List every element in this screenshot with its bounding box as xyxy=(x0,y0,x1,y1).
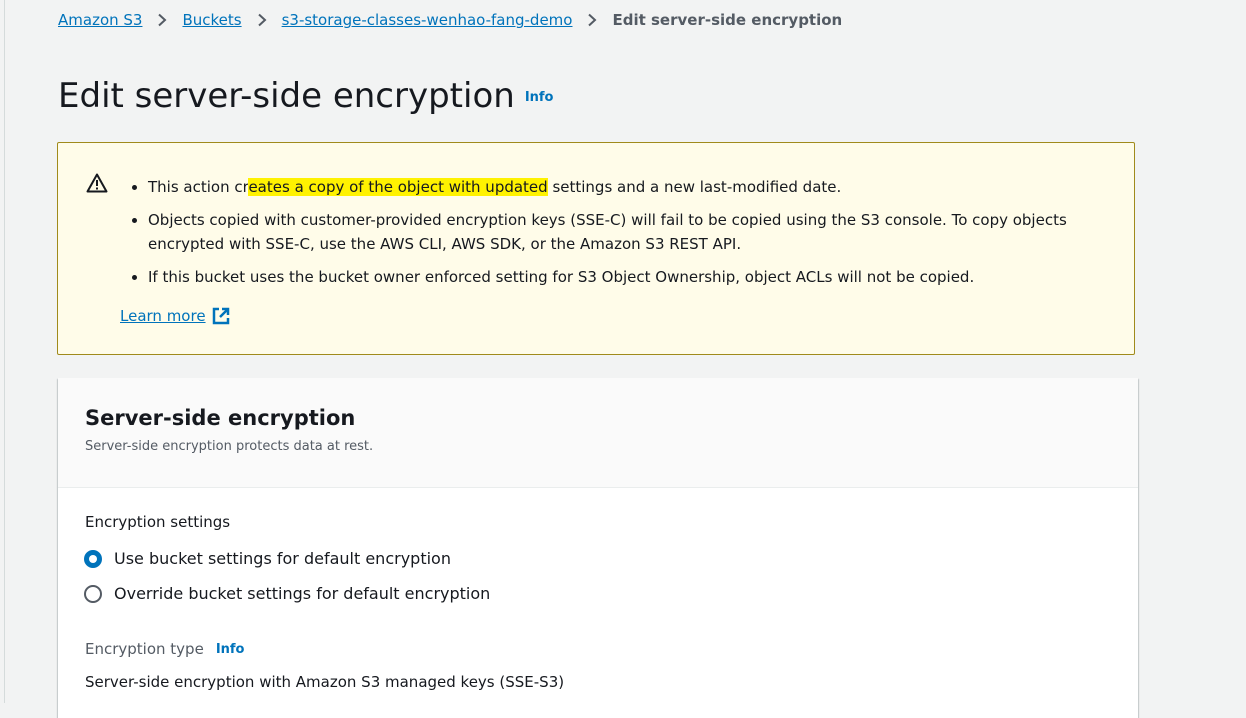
page-title-text: Edit server-side encryption xyxy=(58,76,515,116)
learn-more-label: Learn more xyxy=(120,307,206,325)
alert-bullet-sse-c: Objects copied with customer-provided en… xyxy=(128,208,1108,256)
info-link[interactable]: Info xyxy=(525,90,554,105)
chevron-right-icon xyxy=(242,13,282,27)
encryption-type-info-link[interactable]: Info xyxy=(216,642,245,657)
chevron-right-icon xyxy=(572,13,612,27)
radio-override-bucket-settings[interactable]: Override bucket settings for default enc… xyxy=(84,584,490,603)
server-side-encryption-panel: Server-side encryption Server-side encry… xyxy=(58,378,1138,718)
panel-header: Server-side encryption Server-side encry… xyxy=(58,378,1138,488)
encryption-type-text: Encryption type xyxy=(85,640,204,658)
warning-alert: This action creates a copy of the object… xyxy=(57,142,1135,355)
alert-list: This action creates a copy of the object… xyxy=(128,175,1108,298)
panel-title: Server-side encryption xyxy=(85,406,356,430)
breadcrumb: Amazon S3 Buckets s3-storage-classes-wen… xyxy=(58,8,842,32)
breadcrumb-amazon-s3[interactable]: Amazon S3 xyxy=(58,11,142,29)
external-link-icon xyxy=(212,307,229,325)
radio-use-bucket-settings[interactable]: Use bucket settings for default encrypti… xyxy=(84,549,451,568)
highlighted-text: eates a copy of the object with updated xyxy=(248,178,548,196)
encryption-type-label: Encryption type Info xyxy=(85,640,245,658)
radio-unselected-icon[interactable] xyxy=(84,584,102,603)
warning-icon xyxy=(86,173,108,193)
alert-text: settings and a new last-modified date. xyxy=(547,178,842,196)
encryption-type-value: Server-side encryption with Amazon S3 ma… xyxy=(85,673,565,691)
breadcrumb-current: Edit server-side encryption xyxy=(612,11,843,29)
learn-more-link[interactable]: Learn more xyxy=(120,304,230,328)
breadcrumb-bucket-name[interactable]: s3-storage-classes-wenhao-fang-demo xyxy=(282,11,573,29)
panel-description: Server-side encryption protects data at … xyxy=(85,439,374,454)
breadcrumb-buckets[interactable]: Buckets xyxy=(182,11,241,29)
alert-bullet-acl: If this bucket uses the bucket owner enf… xyxy=(128,265,1108,289)
page-title: Edit server-side encryption Info xyxy=(58,72,554,122)
radio-label: Override bucket settings for default enc… xyxy=(114,584,491,603)
alert-text: This action cr xyxy=(148,178,249,196)
left-border xyxy=(4,0,5,703)
radio-label: Use bucket settings for default encrypti… xyxy=(114,549,451,568)
encryption-settings-label: Encryption settings xyxy=(85,513,231,531)
radio-selected-icon[interactable] xyxy=(84,549,102,568)
chevron-right-icon xyxy=(142,13,182,27)
alert-bullet-copy: This action creates a copy of the object… xyxy=(128,175,1108,199)
